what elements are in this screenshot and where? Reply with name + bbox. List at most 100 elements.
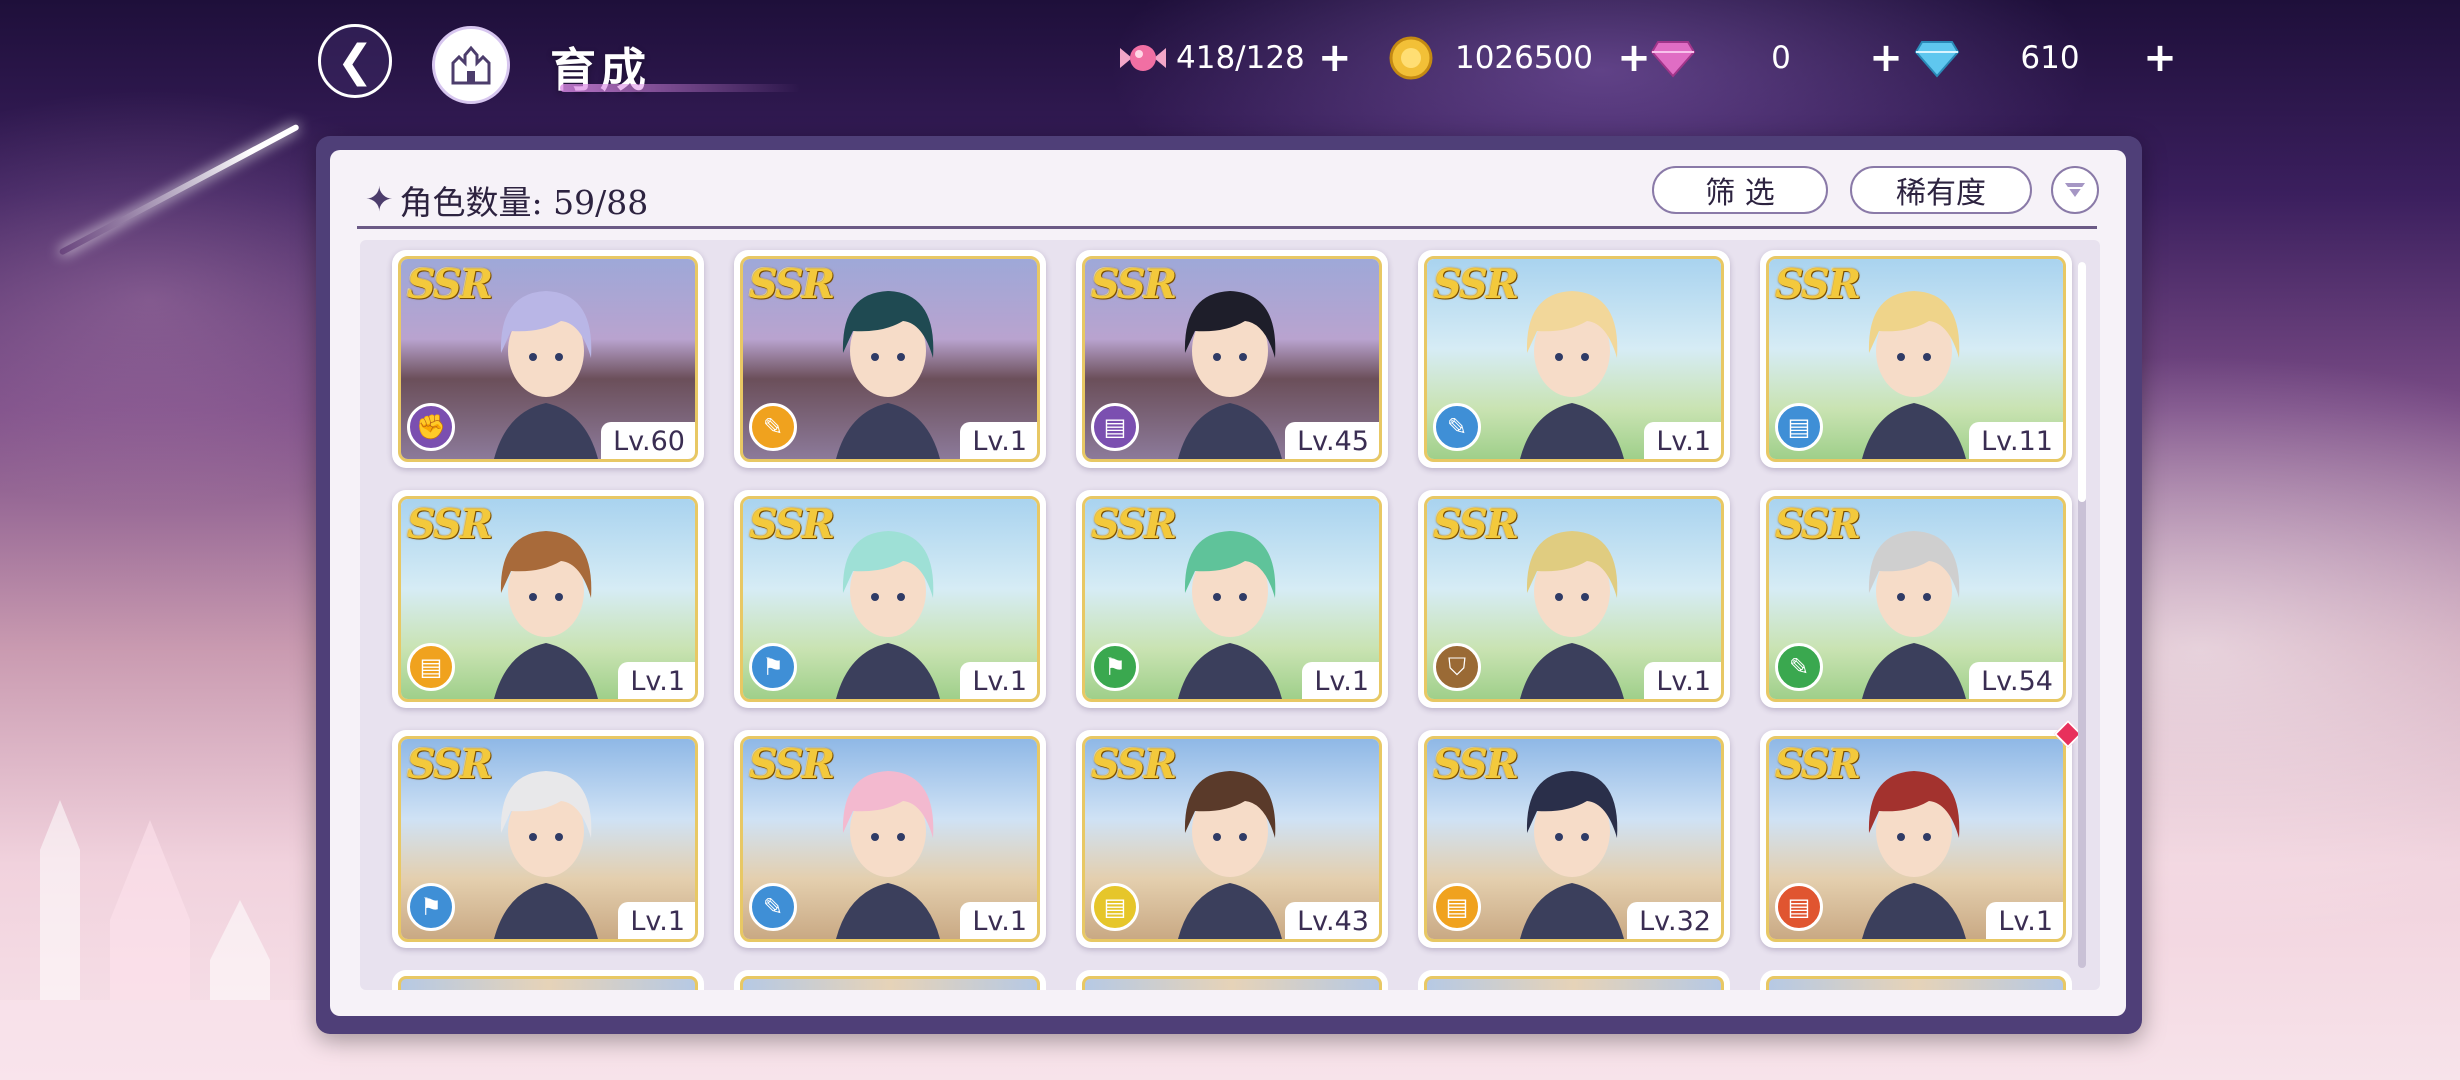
character-level: Lv.45 <box>1285 422 1379 459</box>
character-portrait: SSR ✎ Lv.1 <box>1424 256 1724 462</box>
character-card-partial[interactable] <box>1076 970 1388 990</box>
sparkle-icon: ✦ <box>365 180 394 220</box>
character-card-partial[interactable] <box>392 970 704 990</box>
character-card[interactable]: SSR ✎ Lv.1 <box>1418 250 1730 468</box>
add-pink-gem-button[interactable]: + <box>1864 35 1908 81</box>
character-card-partial[interactable] <box>1418 970 1730 990</box>
rarity-badge: SSR <box>749 261 835 308</box>
wand-icon: ✎ <box>1433 403 1481 451</box>
character-level: Lv.1 <box>618 902 695 939</box>
character-card[interactable]: SSR ⚑ Lv.1 <box>1076 490 1388 708</box>
character-card[interactable]: SSR ⚑ Lv.1 <box>392 730 704 948</box>
candy-icon <box>1118 33 1168 83</box>
character-level: Lv.1 <box>618 662 695 699</box>
character-level: Lv.1 <box>960 902 1037 939</box>
book-icon: ▤ <box>1775 403 1823 451</box>
boot-icon: ⚑ <box>407 883 455 931</box>
character-illustration <box>836 531 940 699</box>
character-portrait: SSR ▤ Lv.32 <box>1424 736 1724 942</box>
sort-order-toggle[interactable] <box>2051 166 2099 214</box>
rarity-sort-button[interactable]: 稀有度 <box>1850 166 2032 214</box>
pink-gem-value: 0 <box>1771 40 1791 76</box>
gold-coin-icon <box>1386 33 1436 83</box>
title-decoration <box>560 84 800 92</box>
character-card[interactable]: SSR ▤ Lv.11 <box>1760 250 2072 468</box>
back-arrow-icon: ❮ <box>336 35 374 87</box>
character-portrait: SSR ⚑ Lv.1 <box>1082 496 1382 702</box>
character-card[interactable]: SSR ▤ Lv.45 <box>1076 250 1388 468</box>
character-portrait: SSR ▤ Lv.45 <box>1082 256 1382 462</box>
character-illustration <box>1862 771 1966 939</box>
fist-icon: ✊ <box>407 403 455 451</box>
character-illustration <box>1520 531 1624 699</box>
character-portrait: SSR ⛉ Lv.1 <box>1424 496 1724 702</box>
character-level: Lv.1 <box>1986 902 2063 939</box>
character-portrait <box>398 976 698 990</box>
character-illustration <box>1178 531 1282 699</box>
character-illustration <box>1862 531 1966 699</box>
character-card[interactable]: SSR ✎ Lv.1 <box>734 730 1046 948</box>
character-illustration <box>1178 771 1282 939</box>
character-portrait <box>1766 976 2066 990</box>
rarity-badge: SSR <box>749 741 835 788</box>
book-icon: ▤ <box>1091 403 1139 451</box>
boot-icon: ⚑ <box>1091 643 1139 691</box>
character-portrait: SSR ⚑ Lv.1 <box>740 496 1040 702</box>
filter-button[interactable]: 筛 选 <box>1652 166 1828 214</box>
character-portrait: SSR ✎ Lv.1 <box>740 256 1040 462</box>
rarity-badge: SSR <box>1433 501 1519 548</box>
character-portrait: SSR ▤ Lv.1 <box>1766 736 2066 942</box>
character-portrait: SSR ▤ Lv.11 <box>1766 256 2066 462</box>
character-level: Lv.60 <box>601 422 695 459</box>
header-divider <box>357 226 2097 229</box>
character-portrait: SSR ▤ Lv.1 <box>398 496 698 702</box>
rarity-badge: SSR <box>407 261 493 308</box>
wand-icon: ✎ <box>1775 643 1823 691</box>
character-level: Lv.1 <box>1644 662 1721 699</box>
character-illustration <box>1862 291 1966 459</box>
character-count: ✦ 角色数量: 59/88 <box>365 176 648 224</box>
rarity-badge: SSR <box>1091 741 1177 788</box>
character-card[interactable]: SSR ▤ Lv.1 <box>392 490 704 708</box>
character-illustration <box>494 531 598 699</box>
character-card[interactable]: SSR ⛉ Lv.1 <box>1418 490 1730 708</box>
character-portrait: SSR ⚑ Lv.1 <box>398 736 698 942</box>
character-card[interactable]: SSR ✎ Lv.54 <box>1760 490 2072 708</box>
shooting-star <box>58 123 300 256</box>
character-level: Lv.54 <box>1969 662 2063 699</box>
rarity-badge: SSR <box>1433 261 1519 308</box>
gold-value: 1026500 <box>1454 40 1594 76</box>
character-card[interactable]: SSR ✊ Lv.60 <box>392 250 704 468</box>
character-card-partial[interactable] <box>1760 970 2072 990</box>
character-card[interactable]: SSR ⚑ Lv.1 <box>734 490 1046 708</box>
back-button[interactable]: ❮ <box>318 24 392 98</box>
character-card[interactable]: SSR ▤ Lv.43 <box>1076 730 1388 948</box>
character-card[interactable]: SSR ✎ Lv.1 <box>734 250 1046 468</box>
character-level: Lv.11 <box>1969 422 2063 459</box>
currency-diamond: 610 + <box>1912 30 2182 86</box>
rarity-badge: SSR <box>1775 741 1861 788</box>
grid-scroll-thumb[interactable] <box>2078 262 2086 502</box>
shield-icon: ⛉ <box>1433 643 1481 691</box>
character-level: Lv.1 <box>960 422 1037 459</box>
sort-direction-icon <box>2065 183 2085 197</box>
add-candy-button[interactable]: + <box>1313 35 1357 81</box>
character-card[interactable]: SSR ▤ Lv.32 <box>1418 730 1730 948</box>
character-illustration <box>836 771 940 939</box>
home-button[interactable] <box>432 26 510 104</box>
character-grid[interactable]: SSR ✊ Lv.60 SSR ✎ Lv.1 SSR ▤ Lv.45 SSR ✎ Lv.1 SSR ▤ Lv… <box>360 240 2100 990</box>
character-level: Lv.1 <box>960 662 1037 699</box>
character-level: Lv.1 <box>1644 422 1721 459</box>
rarity-badge: SSR <box>407 741 493 788</box>
add-diamond-button[interactable]: + <box>2138 35 2182 81</box>
character-card[interactable]: SSR ▤ Lv.1 <box>1760 719 2083 948</box>
character-illustration <box>1178 291 1282 459</box>
castle-silhouette <box>0 800 340 1080</box>
character-card-partial[interactable] <box>734 970 1046 990</box>
character-portrait: SSR ▤ Lv.43 <box>1082 736 1382 942</box>
character-level: Lv.32 <box>1627 902 1721 939</box>
book-icon: ▤ <box>1775 883 1823 931</box>
rarity-badge: SSR <box>1775 261 1861 308</box>
currency-candy: 418/128 + <box>1118 30 1357 86</box>
blue-diamond-icon <box>1912 33 1962 83</box>
